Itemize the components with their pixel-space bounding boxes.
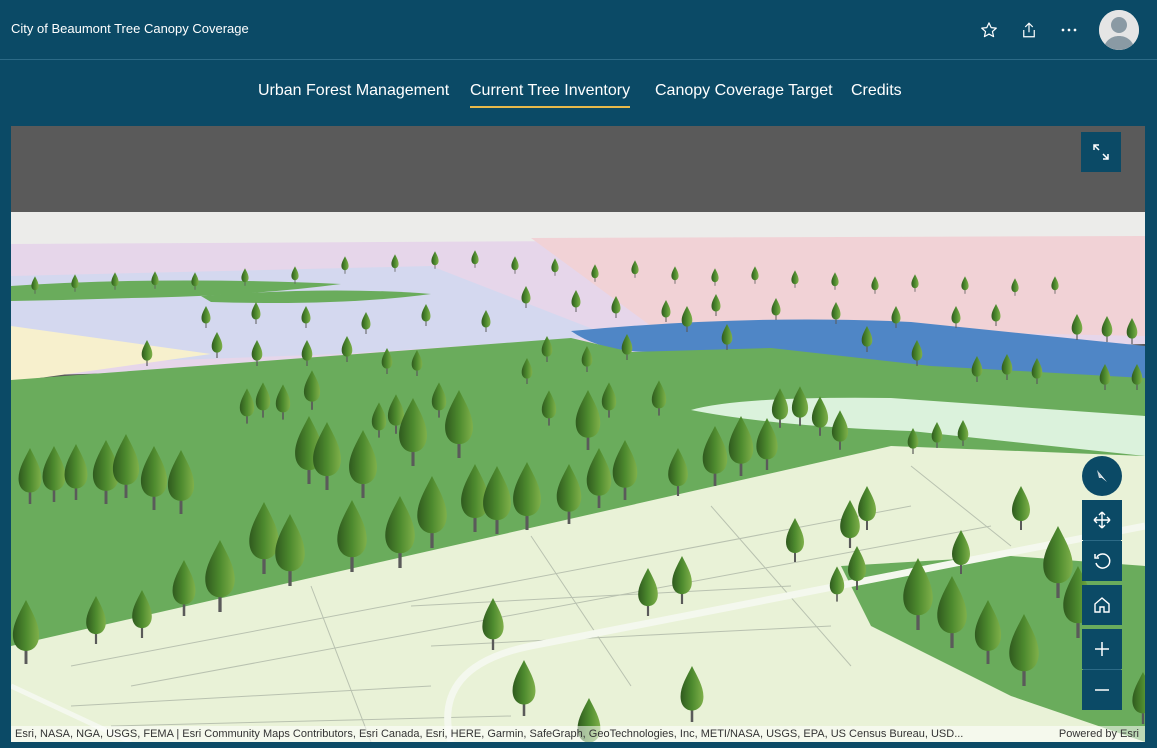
- zoom-in-icon[interactable]: [1082, 629, 1122, 669]
- section-nav: Urban Forest Management Current Tree Inv…: [0, 61, 1157, 125]
- tab-canopy-coverage-target[interactable]: Canopy Coverage Target: [655, 82, 833, 106]
- powered-by-esri[interactable]: Powered by Esri: [1059, 726, 1139, 742]
- zoom-out-icon[interactable]: [1082, 670, 1122, 710]
- app-title: City of Beaumont Tree Canopy Coverage: [11, 21, 249, 36]
- tab-credits[interactable]: Credits: [851, 82, 902, 106]
- rotate-icon[interactable]: [1082, 541, 1122, 581]
- star-icon[interactable]: [977, 18, 1001, 42]
- 3d-scene[interactable]: [11, 126, 1145, 742]
- share-icon[interactable]: [1017, 18, 1041, 42]
- map-attribution: Esri, NASA, NGA, USGS, FEMA | Esri Commu…: [11, 726, 1145, 742]
- home-icon[interactable]: [1082, 585, 1122, 625]
- pan-icon[interactable]: [1082, 500, 1122, 540]
- tab-urban-forest-management[interactable]: Urban Forest Management: [258, 82, 449, 106]
- compass-icon[interactable]: [1082, 456, 1122, 496]
- fullscreen-icon[interactable]: [1081, 132, 1121, 172]
- more-icon[interactable]: [1057, 18, 1081, 42]
- user-avatar[interactable]: [1099, 10, 1139, 50]
- app-header: City of Beaumont Tree Canopy Coverage: [0, 0, 1157, 60]
- attribution-text: Esri, NASA, NGA, USGS, FEMA | Esri Commu…: [15, 728, 964, 740]
- tab-current-tree-inventory[interactable]: Current Tree Inventory: [470, 82, 631, 108]
- scene-view-map[interactable]: Esri, NASA, NGA, USGS, FEMA | Esri Commu…: [11, 126, 1145, 742]
